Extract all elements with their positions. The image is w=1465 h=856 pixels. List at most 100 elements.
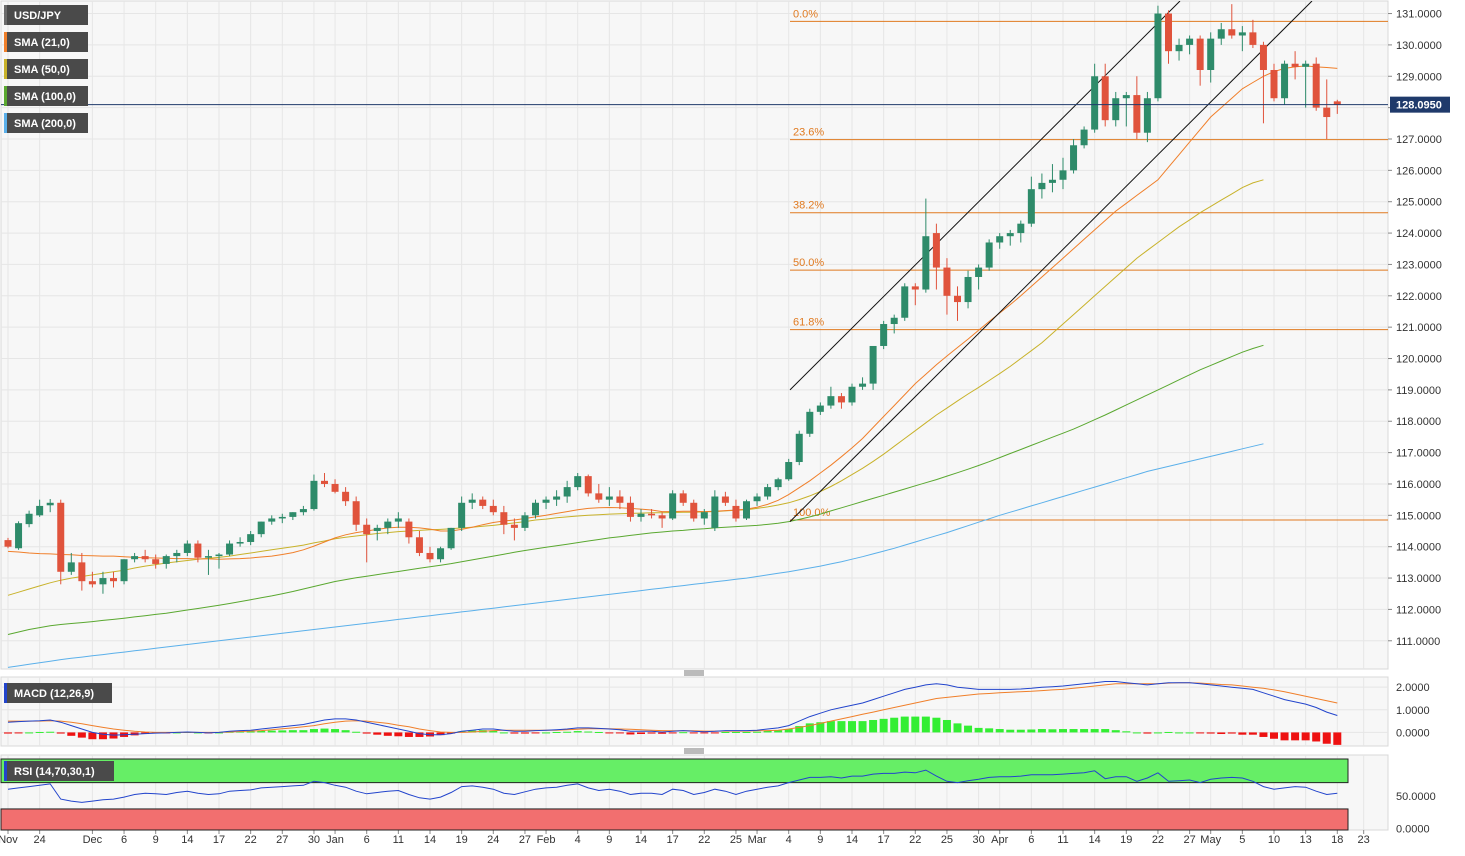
macd-histogram-bar bbox=[88, 732, 97, 740]
x-tick-label: 22 bbox=[698, 834, 710, 846]
macd-histogram-bar bbox=[1301, 732, 1310, 741]
legend-color-swatch bbox=[4, 59, 7, 79]
candle-body bbox=[1186, 38, 1194, 45]
candle-body bbox=[584, 476, 592, 494]
candle-body bbox=[131, 556, 139, 560]
candle-body bbox=[468, 499, 476, 503]
legend-item[interactable]: USD/JPY bbox=[4, 5, 88, 25]
candle bbox=[806, 408, 814, 437]
current-price-label: 128.0950 bbox=[1396, 100, 1442, 112]
macd-histogram-bar bbox=[373, 732, 382, 735]
candle-body bbox=[4, 540, 12, 547]
candle-body bbox=[67, 562, 75, 572]
macd-histogram-bar bbox=[1080, 729, 1089, 733]
macd-histogram-bar bbox=[584, 731, 593, 733]
y-tick-label: 111.0000 bbox=[1396, 636, 1440, 648]
macd-histogram-bar bbox=[1048, 729, 1057, 733]
x-tick-label: 9 bbox=[153, 834, 159, 846]
candle-body bbox=[1281, 63, 1289, 99]
macd-histogram-bar bbox=[1206, 732, 1215, 734]
candle-body bbox=[247, 534, 255, 542]
macd-histogram-bar bbox=[995, 729, 1004, 733]
candle-body bbox=[310, 480, 318, 510]
candle-body bbox=[985, 242, 993, 268]
x-tick-label: 14 bbox=[181, 834, 193, 846]
candle-body bbox=[521, 515, 529, 528]
candle-body bbox=[1323, 107, 1331, 118]
candle bbox=[743, 499, 750, 521]
candle-body bbox=[1080, 129, 1088, 146]
candle bbox=[848, 383, 856, 406]
x-tick-label: 30 bbox=[972, 834, 984, 846]
x-tick-label: Jan bbox=[326, 834, 344, 846]
macd-histogram-bar bbox=[911, 716, 920, 733]
candle-body bbox=[890, 317, 898, 325]
legend-color-swatch bbox=[4, 32, 7, 52]
candle-body bbox=[1196, 38, 1204, 70]
candle bbox=[1080, 126, 1088, 149]
candle-body bbox=[110, 578, 117, 582]
candle bbox=[795, 430, 803, 466]
legend-item[interactable]: SMA (200,0) bbox=[4, 113, 88, 133]
candle-body bbox=[648, 513, 656, 516]
candle-body bbox=[764, 487, 772, 497]
candle-body bbox=[753, 496, 761, 502]
candle-body bbox=[616, 496, 624, 503]
x-tick-label: 19 bbox=[456, 834, 468, 846]
candle-body bbox=[1101, 76, 1109, 121]
macd-histogram-bar bbox=[404, 732, 413, 737]
macd-histogram-bar bbox=[1196, 732, 1205, 734]
candle-body bbox=[1143, 98, 1151, 133]
candle-body bbox=[1070, 145, 1078, 171]
candle-body bbox=[1133, 95, 1141, 133]
candle-body bbox=[57, 502, 65, 572]
macd-histogram-bar bbox=[1006, 729, 1015, 733]
candle-body bbox=[542, 499, 550, 503]
y-tick-label: 131.0000 bbox=[1396, 9, 1442, 21]
macd-histogram-bar bbox=[288, 730, 297, 733]
candle-body bbox=[405, 521, 413, 538]
candle-body bbox=[1238, 32, 1246, 36]
macd-histogram-bar bbox=[35, 731, 44, 733]
candle-body bbox=[384, 521, 392, 528]
macd-histogram-bar bbox=[679, 732, 688, 734]
candle-body bbox=[215, 554, 223, 557]
macd-histogram-bar bbox=[721, 731, 730, 733]
legend-item[interactable]: SMA (100,0) bbox=[4, 86, 88, 106]
candle-body bbox=[342, 491, 350, 502]
rsi-legend-swatch bbox=[4, 761, 7, 781]
y-tick-label: 121.0000 bbox=[1396, 322, 1442, 334]
candle-body bbox=[743, 501, 750, 519]
y-tick-label: 112.0000 bbox=[1396, 604, 1441, 616]
candle-body bbox=[574, 476, 582, 488]
x-tick-label: 10 bbox=[1268, 834, 1280, 846]
macd-histogram-bar bbox=[1101, 729, 1110, 733]
candle-body bbox=[837, 396, 845, 403]
x-tick-label: 17 bbox=[878, 834, 890, 846]
x-tick-label: 11 bbox=[393, 834, 404, 846]
candle-body bbox=[595, 493, 603, 500]
candle bbox=[584, 474, 592, 497]
legend-item[interactable]: SMA (21,0) bbox=[4, 32, 88, 52]
panel-resize-handle[interactable] bbox=[684, 748, 704, 754]
candle-body bbox=[88, 581, 96, 585]
x-tick-label: 19 bbox=[1120, 834, 1132, 846]
macd-y-tick-label: 2.0000 bbox=[1396, 682, 1430, 694]
macd-histogram-bar bbox=[1164, 731, 1173, 733]
candle-body bbox=[394, 518, 402, 522]
macd-histogram-bar bbox=[731, 731, 740, 733]
candle-body bbox=[194, 543, 202, 558]
y-tick-label: 118.0000 bbox=[1396, 416, 1441, 428]
macd-histogram-bar bbox=[352, 731, 361, 733]
x-tick-label: 13 bbox=[1300, 834, 1312, 846]
legend-item[interactable]: SMA (50,0) bbox=[4, 59, 88, 79]
macd-histogram-bar bbox=[879, 718, 888, 733]
macd-histogram-bar bbox=[1185, 732, 1194, 734]
candle-body bbox=[806, 411, 814, 434]
x-tick-label: 6 bbox=[121, 834, 127, 846]
candle-body bbox=[99, 578, 107, 585]
macd-histogram-bar bbox=[753, 731, 762, 733]
candle-body bbox=[1333, 101, 1341, 105]
panel-resize-handle[interactable] bbox=[684, 670, 704, 676]
candle-body bbox=[732, 505, 740, 519]
